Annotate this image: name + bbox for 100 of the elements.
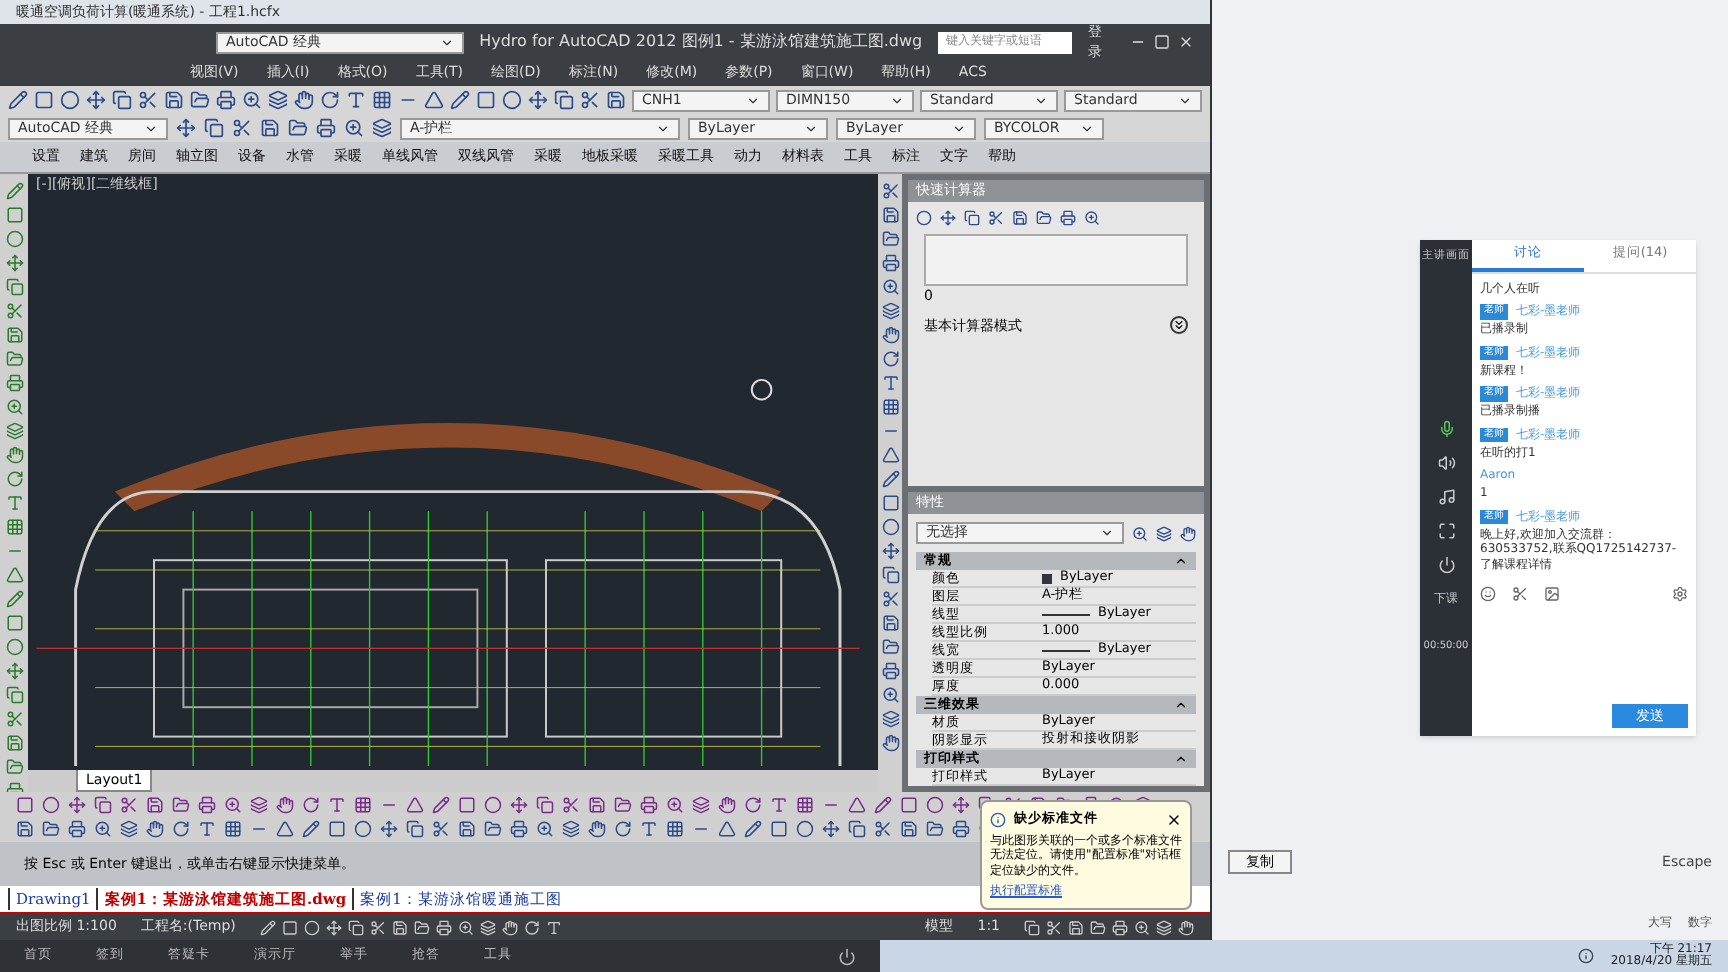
tool-icon[interactable] [204,118,224,138]
tool-icon[interactable] [146,796,164,814]
tool-icon[interactable] [5,302,23,320]
tool-icon[interactable] [112,90,132,110]
tool-icon[interactable] [224,796,242,814]
tool-icon[interactable] [5,494,23,512]
tool-icon[interactable] [881,470,899,488]
tool-icon[interactable] [16,820,34,838]
tool-icon[interactable] [294,90,314,110]
tool-icon[interactable] [510,820,528,838]
tool-icon[interactable] [198,796,216,814]
expand-icon[interactable] [1170,316,1188,335]
collapse-icon[interactable] [1174,554,1188,568]
tool-icon[interactable] [198,820,216,838]
tool-icon[interactable] [176,118,196,138]
collapse-icon[interactable] [1174,752,1188,766]
tool-icon[interactable] [881,542,899,560]
tool-icon[interactable] [94,796,112,814]
tool-icon[interactable] [5,326,23,344]
tool-icon[interactable] [120,820,138,838]
tool-icon[interactable] [744,820,762,838]
tool-icon[interactable] [881,278,899,296]
tool-icon[interactable] [5,278,23,296]
tool-icon[interactable] [881,398,899,416]
tool-icon[interactable] [881,206,899,224]
tool-icon[interactable] [822,820,840,838]
tool-icon[interactable] [344,118,364,138]
tool-icon[interactable] [528,90,548,110]
tool-icon[interactable] [94,820,112,838]
tool-icon[interactable] [510,796,528,814]
tool-icon[interactable] [881,710,899,728]
tray-icon[interactable] [1578,948,1595,964]
tool-icon[interactable] [302,796,320,814]
tool-icon[interactable] [666,820,684,838]
tool-icon[interactable] [1012,210,1028,226]
tool-icon[interactable] [372,90,392,110]
emoji-icon[interactable] [1480,586,1496,603]
tool-icon[interactable] [288,118,308,138]
tool-icon[interactable] [1180,525,1196,541]
tool-icon[interactable] [5,590,23,608]
tool-icon[interactable] [172,796,190,814]
tool-icon[interactable] [479,919,496,935]
tool-icon[interactable] [1084,210,1100,226]
tool-icon[interactable] [952,820,970,838]
tool-icon[interactable] [224,820,242,838]
tool-icon[interactable] [8,90,28,110]
tool-icon[interactable] [916,210,932,226]
tool-icon[interactable] [1060,210,1076,226]
tool-icon[interactable] [562,796,580,814]
tool-icon[interactable] [718,796,736,814]
tool-icon[interactable] [302,820,320,838]
tool-icon[interactable] [900,820,918,838]
tool-icon[interactable] [120,796,138,814]
tool-icon[interactable] [354,796,372,814]
tool-icon[interactable] [5,350,23,368]
tool-icon[interactable] [450,90,470,110]
tool-icon[interactable] [1156,525,1172,541]
tool-icon[interactable] [881,590,899,608]
tool-icon[interactable] [881,638,899,656]
tool-icon[interactable] [250,796,268,814]
tool-icon[interactable] [874,820,892,838]
tool-icon[interactable] [881,686,899,704]
tool-icon[interactable] [796,796,814,814]
tool-icon[interactable] [268,90,288,110]
tool-icon[interactable] [1156,919,1172,935]
tool-icon[interactable] [881,302,899,320]
tool-icon[interactable] [881,326,899,344]
power-icon[interactable] [1437,556,1455,575]
tool-icon[interactable] [316,118,336,138]
tool-icon[interactable] [5,710,23,728]
tool-icon[interactable] [164,90,184,110]
tool-icon[interactable] [588,796,606,814]
speaker-icon[interactable] [1437,454,1455,473]
tool-icon[interactable] [1036,210,1052,226]
tool-icon[interactable] [881,254,899,272]
tool-icon[interactable] [964,210,980,226]
tool-icon[interactable] [1024,919,1040,935]
tool-icon[interactable] [640,820,658,838]
tool-icon[interactable] [666,796,684,814]
tool-icon[interactable] [5,446,23,464]
tool-icon[interactable] [770,796,788,814]
tool-icon[interactable] [1112,919,1128,935]
tool-icon[interactable] [380,820,398,838]
tool-icon[interactable] [5,254,23,272]
tool-icon[interactable] [881,182,899,200]
tool-icon[interactable] [146,820,164,838]
tool-icon[interactable] [435,919,452,935]
tool-icon[interactable] [848,820,866,838]
tool-icon[interactable] [172,820,190,838]
tool-icon[interactable] [588,820,606,838]
tool-icon[interactable] [881,614,899,632]
tool-icon[interactable] [562,820,580,838]
tool-icon[interactable] [276,796,294,814]
tool-icon[interactable] [320,90,340,110]
tool-icon[interactable] [881,734,899,752]
tool-icon[interactable] [406,820,424,838]
tool-icon[interactable] [190,90,210,110]
tool-icon[interactable] [372,118,392,138]
image-icon[interactable] [1544,586,1560,603]
tool-icon[interactable] [881,374,899,392]
